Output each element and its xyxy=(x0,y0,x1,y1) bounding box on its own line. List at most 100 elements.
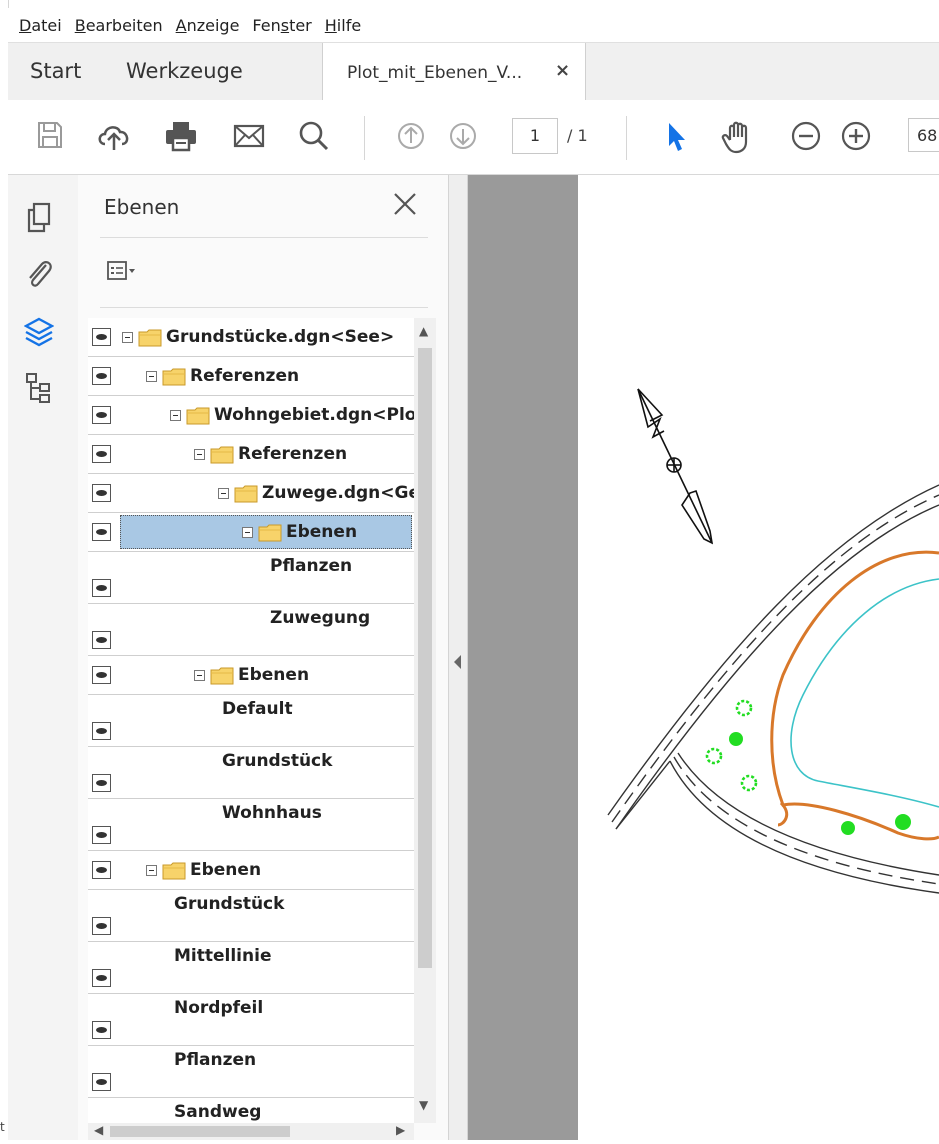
toolbar-separator xyxy=(364,116,365,160)
visibility-eye-icon[interactable] xyxy=(92,1073,111,1091)
search-icon[interactable] xyxy=(298,120,330,152)
layer-row[interactable]: Ebenen xyxy=(88,513,414,552)
visibility-eye-icon[interactable] xyxy=(92,861,111,879)
layer-label: Default xyxy=(222,699,293,719)
menu-item-bearbeiten[interactable]: Bearbeiten xyxy=(75,16,163,35)
layer-row[interactable]: Referenzen xyxy=(88,357,414,396)
upload-cloud-icon[interactable] xyxy=(96,120,132,152)
layer-label: Zuwegung xyxy=(270,608,371,628)
menu-item-hilfe[interactable]: Hilfe xyxy=(325,16,361,35)
pages-icon[interactable] xyxy=(24,201,54,239)
collapse-toggle-icon[interactable] xyxy=(194,449,205,460)
zoom-in-icon[interactable] xyxy=(840,120,872,152)
tab-start[interactable]: Start xyxy=(30,59,81,83)
layers-icon[interactable] xyxy=(23,315,55,353)
layer-row[interactable]: Zuwegung xyxy=(88,604,414,656)
folder-icon xyxy=(162,862,186,880)
visibility-eye-icon[interactable] xyxy=(92,406,111,424)
collapse-toggle-icon[interactable] xyxy=(218,488,229,499)
tab-tools[interactable]: Werkzeuge xyxy=(126,59,243,83)
close-tab-icon[interactable]: × xyxy=(555,60,570,81)
layer-label: Nordpfeil xyxy=(174,998,264,1018)
layer-label: Wohngebiet.dgn<Plot xyxy=(214,405,414,425)
layer-row[interactable]: Pflanzen xyxy=(88,1046,414,1098)
layer-row[interactable]: Default xyxy=(88,695,414,747)
layer-row[interactable]: Grundstück xyxy=(88,747,414,799)
visibility-eye-icon[interactable] xyxy=(92,579,111,597)
page-number-input[interactable]: 1 xyxy=(512,118,558,154)
layer-row[interactable]: Ebenen xyxy=(88,851,414,890)
layer-label: Referenzen xyxy=(190,366,300,386)
page-total: / 1 xyxy=(567,126,588,145)
email-icon[interactable] xyxy=(232,120,266,152)
layer-row[interactable]: Grundstücke.dgn<See> xyxy=(88,318,414,357)
scroll-up-icon[interactable]: ▲ xyxy=(419,324,428,338)
document-page[interactable] xyxy=(578,175,939,1140)
layer-row[interactable]: Pflanzen xyxy=(88,552,414,604)
structure-icon[interactable] xyxy=(24,371,54,409)
collapse-panel-icon[interactable] xyxy=(454,655,461,669)
close-icon[interactable] xyxy=(390,189,420,223)
save-icon[interactable] xyxy=(36,120,64,150)
visibility-eye-icon[interactable] xyxy=(92,722,111,740)
select-arrow-icon[interactable] xyxy=(664,120,688,154)
layer-label: Wohnhaus xyxy=(222,803,322,823)
menu-item-anzeige[interactable]: Anzeige xyxy=(176,16,240,35)
layer-label: Ebenen xyxy=(190,860,262,880)
zoom-out-icon[interactable] xyxy=(790,120,822,152)
collapse-toggle-icon[interactable] xyxy=(146,865,157,876)
layer-row[interactable]: Zuwege.dgn<Ge xyxy=(88,474,414,513)
panel-divider xyxy=(100,237,428,238)
scroll-left-icon[interactable]: ◀ xyxy=(94,1123,103,1137)
next-page-icon[interactable] xyxy=(448,120,478,152)
layer-row[interactable]: Nordpfeil xyxy=(88,994,414,1046)
visibility-eye-icon[interactable] xyxy=(92,523,111,541)
layer-row[interactable]: Wohngebiet.dgn<Plot xyxy=(88,396,414,435)
visibility-eye-icon[interactable] xyxy=(92,445,111,463)
scrollbar-thumb[interactable] xyxy=(418,348,432,968)
visibility-eye-icon[interactable] xyxy=(92,917,111,935)
menu-item-datei[interactable]: Datei xyxy=(19,16,62,35)
visibility-eye-icon[interactable] xyxy=(92,367,111,385)
collapse-toggle-icon[interactable] xyxy=(122,332,133,343)
north-arrow xyxy=(637,388,714,545)
visibility-eye-icon[interactable] xyxy=(92,1021,111,1039)
panel-divider xyxy=(100,307,428,308)
layer-row[interactable]: Mittellinie xyxy=(88,942,414,994)
panel-splitter[interactable] xyxy=(448,175,468,1140)
layer-row[interactable]: Grundstück xyxy=(88,890,414,942)
scrollbar-thumb[interactable] xyxy=(110,1126,290,1137)
collapse-toggle-icon[interactable] xyxy=(242,527,253,538)
tab-bar: Start Werkzeuge Plot_mit_Ebenen_V... × xyxy=(8,42,939,102)
layer-label: Pflanzen xyxy=(270,556,353,576)
visibility-eye-icon[interactable] xyxy=(92,969,111,987)
folder-icon xyxy=(138,329,162,347)
layer-row[interactable]: Sandweg xyxy=(88,1098,414,1123)
attachments-icon[interactable] xyxy=(24,257,54,295)
visibility-eye-icon[interactable] xyxy=(92,774,111,792)
folder-icon xyxy=(258,524,282,542)
layer-row[interactable]: Wohnhaus xyxy=(88,799,414,851)
vertical-scrollbar[interactable]: ▲ ▼ xyxy=(414,318,436,1123)
collapse-toggle-icon[interactable] xyxy=(194,670,205,681)
visibility-eye-icon[interactable] xyxy=(92,631,111,649)
horizontal-scrollbar[interactable]: ◀ ▶ xyxy=(88,1123,414,1140)
collapse-toggle-icon[interactable] xyxy=(146,371,157,382)
scroll-down-icon[interactable]: ▼ xyxy=(419,1098,428,1112)
layer-row[interactable]: Ebenen xyxy=(88,656,414,695)
folder-icon xyxy=(210,667,234,685)
visibility-eye-icon[interactable] xyxy=(92,666,111,684)
collapse-toggle-icon[interactable] xyxy=(170,410,181,421)
visibility-eye-icon[interactable] xyxy=(92,484,111,502)
menu-item-fenster[interactable]: Fenster xyxy=(252,16,311,35)
options-menu-icon[interactable] xyxy=(106,259,136,287)
prev-page-icon[interactable] xyxy=(396,120,426,152)
hand-tool-icon[interactable] xyxy=(720,120,756,154)
visibility-eye-icon[interactable] xyxy=(92,328,111,346)
tab-document[interactable]: Plot_mit_Ebenen_V... × xyxy=(322,43,586,101)
layer-row[interactable]: Referenzen xyxy=(88,435,414,474)
visibility-eye-icon[interactable] xyxy=(92,826,111,844)
print-icon[interactable] xyxy=(164,120,198,152)
scroll-right-icon[interactable]: ▶ xyxy=(396,1123,405,1137)
zoom-input[interactable]: 68 xyxy=(908,118,939,152)
